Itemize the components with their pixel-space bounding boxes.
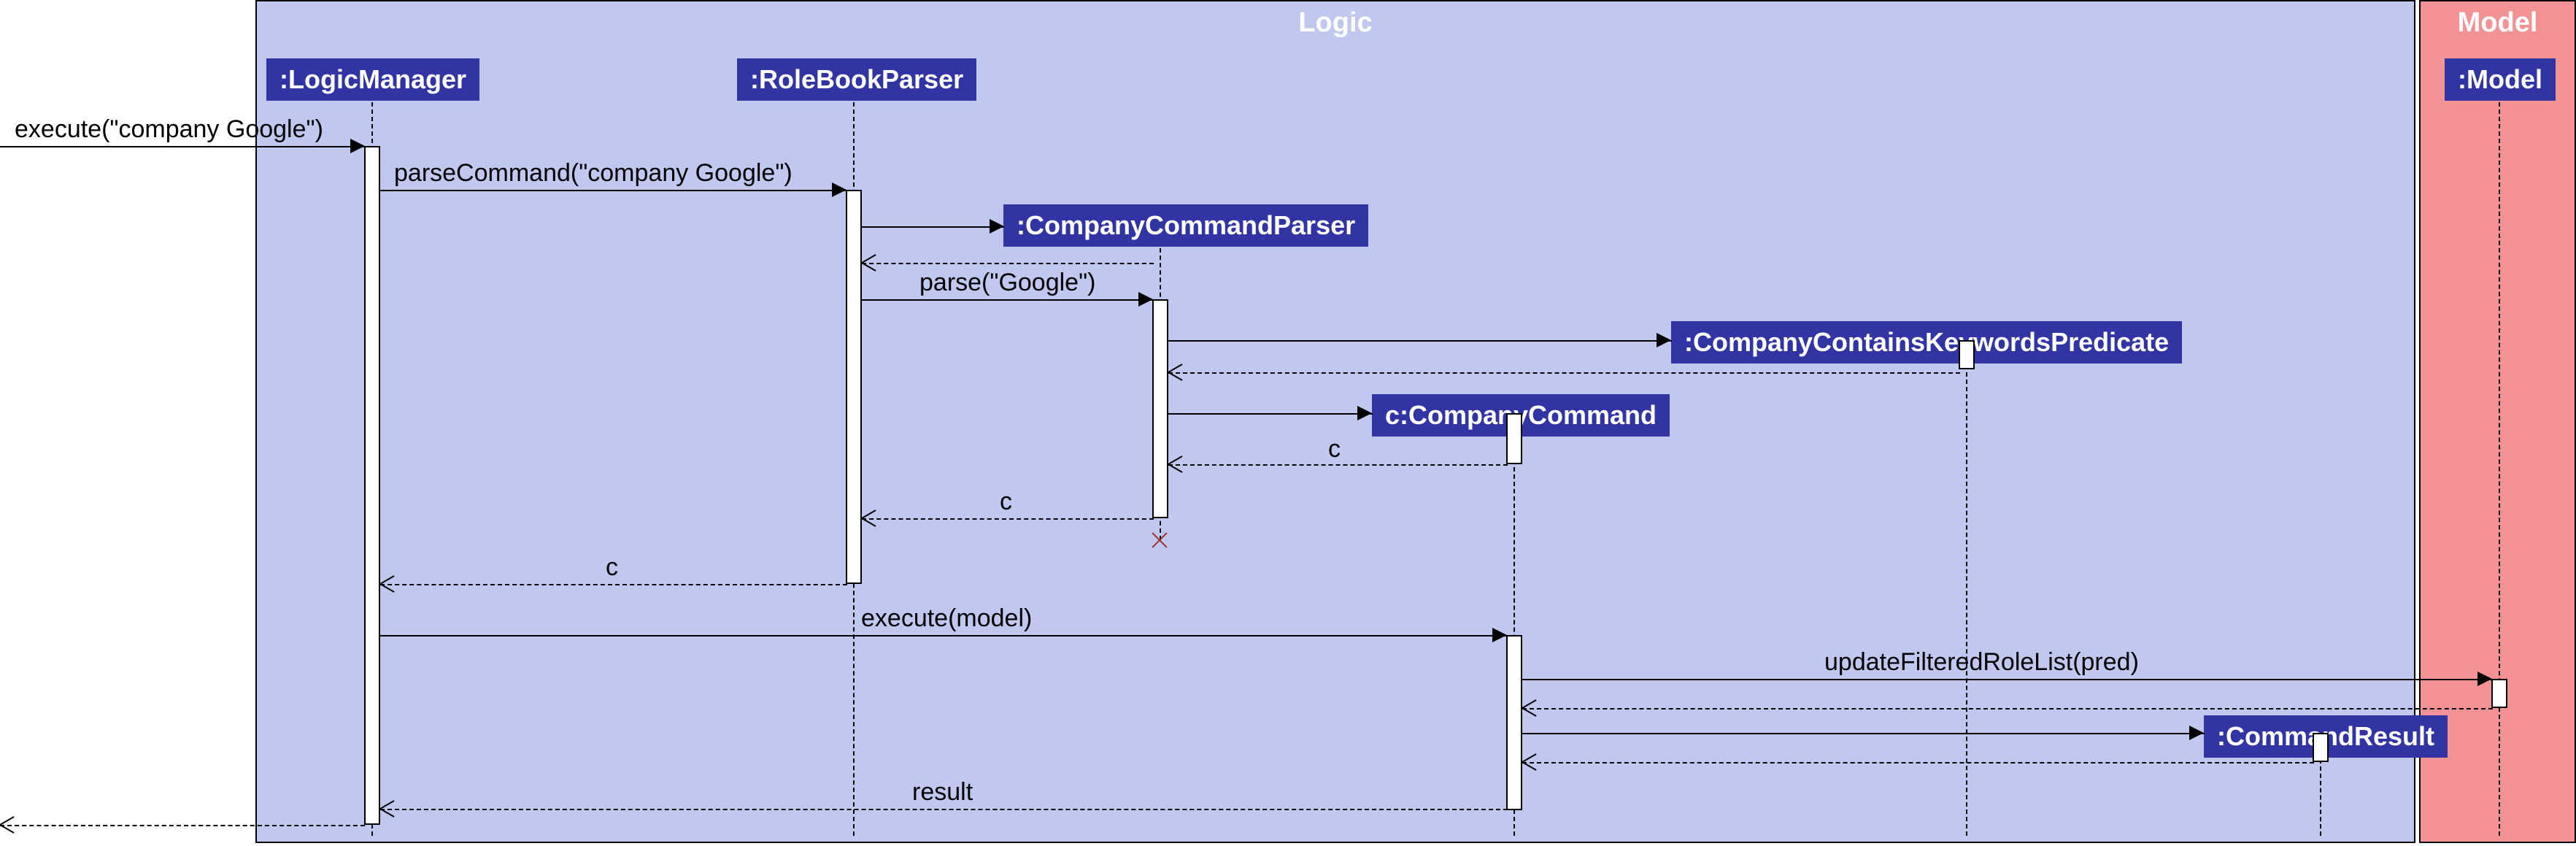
activation-logic-manager bbox=[364, 146, 380, 825]
label-execute-model: execute(model) bbox=[861, 604, 1032, 633]
lifeline-command-result bbox=[2320, 759, 2321, 836]
msg-create-ccp bbox=[862, 226, 1004, 228]
lifeline-model bbox=[2499, 102, 2500, 836]
label-result: result bbox=[912, 778, 973, 807]
participant-rolebook-parser: :RoleBookParser bbox=[737, 58, 976, 101]
msg-create-cc bbox=[1168, 413, 1373, 415]
msg-return-c3 bbox=[380, 584, 847, 585]
arrow-create-pred bbox=[1657, 333, 1671, 347]
arrow-create-cc bbox=[1357, 406, 1372, 420]
arrow-execute-model bbox=[1492, 628, 1507, 642]
msg-execute-model bbox=[380, 635, 1508, 637]
participant-model: :Model bbox=[2445, 58, 2556, 101]
arrow-create-ccp bbox=[990, 219, 1004, 234]
arrow-parsecommand bbox=[832, 182, 847, 197]
msg-return-c1 bbox=[1168, 464, 1508, 466]
label-update-filtered: updateFilteredRoleList(pred) bbox=[1824, 648, 2139, 677]
arrow-update-filtered bbox=[2477, 672, 2492, 686]
msg-update-filtered bbox=[1522, 679, 2493, 680]
msg-return-pred bbox=[1168, 372, 1960, 374]
participant-predicate: :CompanyContainsKeywordsPredicate bbox=[1671, 321, 2182, 364]
activation-command-result bbox=[2313, 733, 2329, 762]
logic-frame-title: Logic bbox=[1298, 7, 1372, 39]
activation-rolebook-parser bbox=[846, 190, 862, 584]
participant-logic-manager: :LogicManager bbox=[266, 58, 479, 101]
activation-model bbox=[2491, 679, 2507, 708]
msg-create-pred bbox=[1168, 340, 1672, 342]
destroy-ccp-icon bbox=[1149, 530, 1170, 550]
msg-create-cr bbox=[1522, 733, 2205, 734]
participant-company-command-parser: :CompanyCommandParser bbox=[1003, 204, 1368, 247]
msg-result bbox=[380, 809, 1508, 810]
logic-frame: Logic bbox=[255, 0, 2415, 843]
activation-company-command-parser bbox=[1152, 299, 1168, 518]
msg-return-outside bbox=[0, 825, 365, 826]
activation-company-command-1 bbox=[1506, 413, 1522, 464]
label-return-c2: c bbox=[1000, 488, 1012, 516]
label-return-c3: c bbox=[606, 553, 618, 582]
activation-company-command-2 bbox=[1506, 635, 1522, 810]
msg-return-model bbox=[1522, 708, 2493, 710]
label-parse: parse("Google") bbox=[919, 269, 1095, 297]
arrow-create-cr bbox=[2189, 726, 2204, 740]
msg-return-c2 bbox=[862, 518, 1154, 520]
label-return-c1: c bbox=[1328, 435, 1341, 464]
msg-execute bbox=[0, 146, 365, 147]
msg-return-cr bbox=[1522, 762, 2314, 764]
activation-predicate bbox=[1959, 340, 1975, 369]
arrow-parse bbox=[1138, 292, 1153, 307]
msg-parsecommand bbox=[380, 190, 847, 191]
msg-parse bbox=[862, 299, 1154, 301]
lifeline-predicate bbox=[1966, 365, 1967, 836]
msg-return-ccp-create bbox=[862, 263, 1154, 264]
arrow-execute bbox=[350, 139, 365, 153]
label-parsecommand: parseCommand("company Google") bbox=[394, 159, 793, 188]
model-frame-title: Model bbox=[2458, 7, 2538, 39]
label-execute: execute("company Google") bbox=[15, 115, 323, 144]
